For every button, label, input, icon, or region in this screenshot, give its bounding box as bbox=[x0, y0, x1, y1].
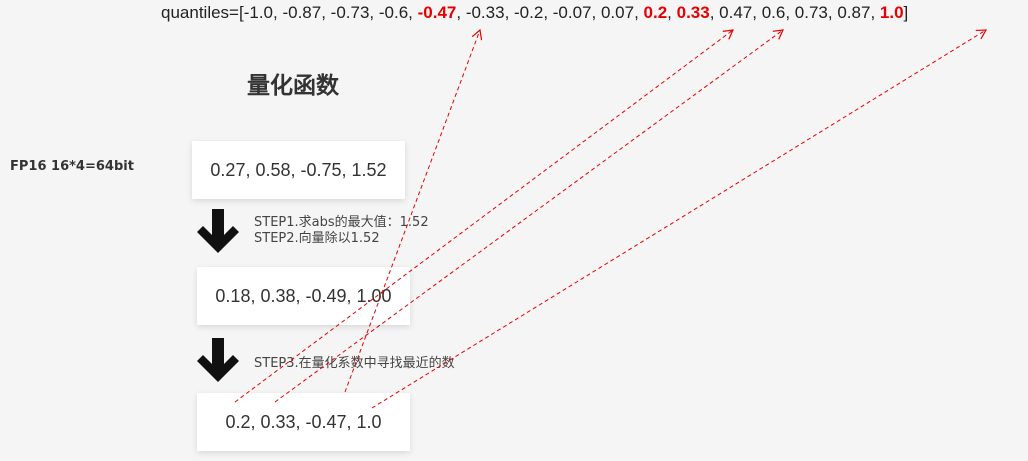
original-vector-box: 0.27, 0.58, -0.75, 1.52 bbox=[192, 141, 405, 199]
quantile-value: 0.2 bbox=[643, 3, 668, 22]
quantiles-suffix: ] bbox=[903, 3, 909, 22]
step3-text: STEP3.在量化系数中寻找最近的数 bbox=[254, 356, 455, 371]
mapping-lines bbox=[234, 28, 988, 409]
quantile-value: 0.07 bbox=[600, 3, 635, 22]
quantile-value: -0.33 bbox=[465, 3, 505, 22]
down-arrow-icon bbox=[197, 338, 239, 382]
step1-text: STEP1.求abs的最大值：1.52 bbox=[254, 215, 429, 230]
quantile-value: 0.87 bbox=[837, 3, 871, 22]
quantile-value: -1.0 bbox=[243, 3, 273, 22]
quantiles-line: quantiles=[-1.0, -0.87, -0.73, -0.6, -0.… bbox=[161, 3, 908, 23]
step2-text: STEP2.向量除以1.52 bbox=[254, 231, 380, 246]
mapping-line-10 bbox=[371, 29, 988, 409]
mapping-line-neg047 bbox=[344, 28, 483, 393]
quantile-value: -0.07 bbox=[552, 3, 592, 22]
quantile-value: 1.0 bbox=[879, 3, 904, 22]
quantile-value: -0.47 bbox=[417, 3, 457, 22]
quantile-value: 0.6 bbox=[761, 3, 786, 22]
quantile-value: 0.73 bbox=[794, 3, 828, 22]
quantile-value: -0.6 bbox=[378, 3, 409, 22]
quantiles-values: -1.0, -0.87, -0.73, -0.6, -0.47, -0.33, … bbox=[243, 3, 904, 22]
down-arrow-icon bbox=[197, 209, 239, 253]
steps-1-2: STEP1.求abs的最大值：1.52 STEP2.向量除以1.52 bbox=[254, 215, 429, 247]
quantile-value: 0.33 bbox=[676, 3, 710, 22]
page-title: 量化函数 bbox=[247, 73, 339, 99]
quantile-value: -0.87 bbox=[282, 3, 322, 22]
quantiles-prefix: quantiles=[ bbox=[161, 3, 244, 22]
quantile-value: -0.2 bbox=[514, 3, 544, 22]
quantile-value: 0.47 bbox=[719, 3, 753, 22]
fp16-label: FP16 16*4=64bit bbox=[10, 159, 134, 174]
normalized-vector-box: 0.18, 0.38, -0.49, 1.00 bbox=[197, 267, 410, 325]
quantized-vector-box: 0.2, 0.33, -0.47, 1.0 bbox=[197, 393, 410, 451]
quantile-value: -0.73 bbox=[330, 3, 370, 22]
